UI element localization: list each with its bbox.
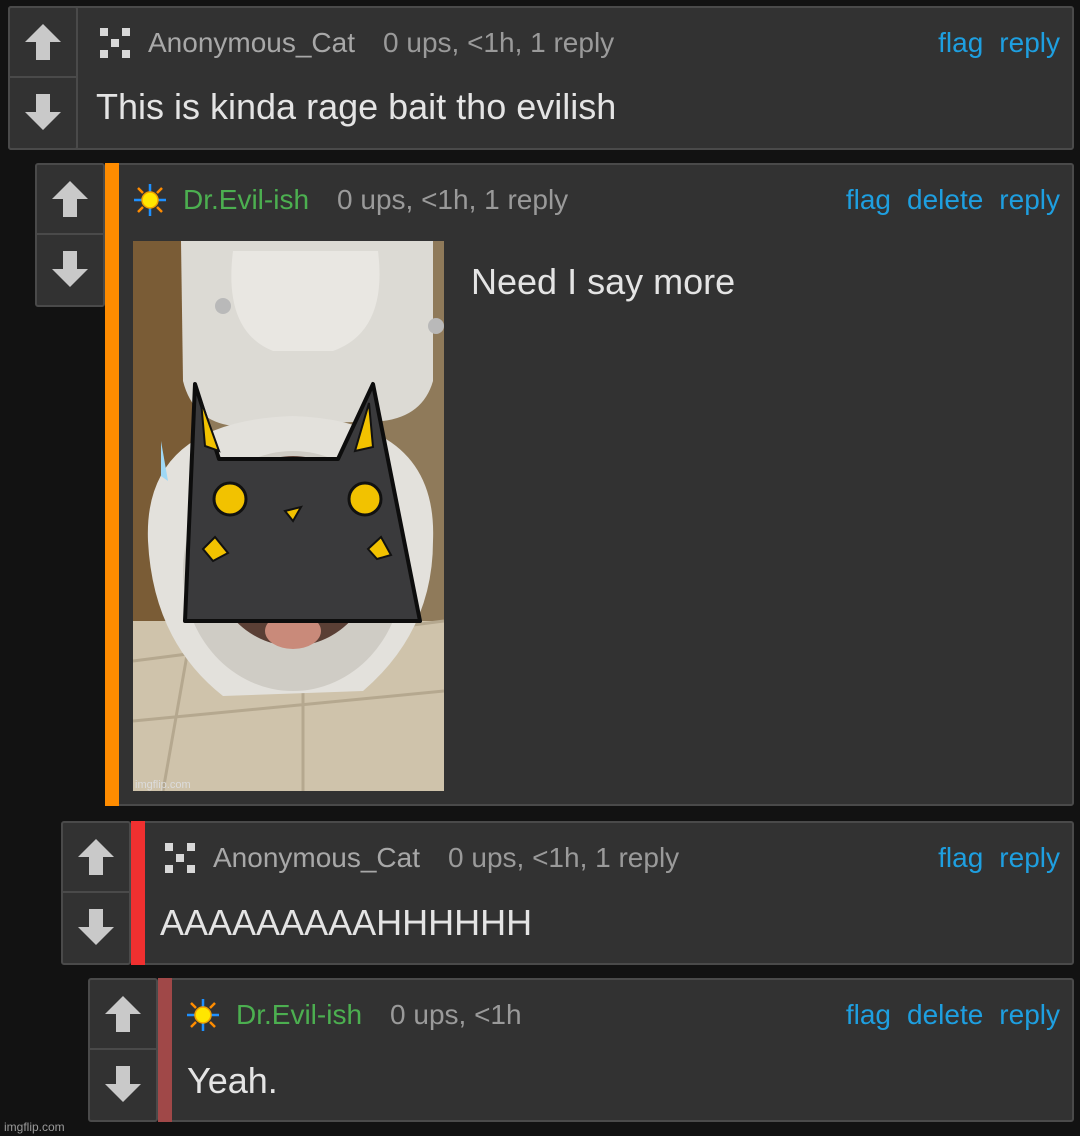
sun-avatar-icon[interactable] [186, 998, 220, 1032]
username-link[interactable]: Anonymous_Cat [148, 27, 355, 59]
downvote-button[interactable] [37, 233, 103, 303]
vote-column [88, 978, 158, 1122]
comment-3: Anonymous_Cat 0 ups, <1h, 1 reply flag r… [61, 821, 1074, 965]
upvote-button[interactable] [10, 8, 76, 76]
arrow-up-icon [52, 181, 88, 217]
flag-link[interactable]: flag [938, 27, 983, 59]
delete-link[interactable]: delete [907, 999, 983, 1031]
comment-actions: flag reply [922, 838, 1060, 878]
comment-meta: 0 ups, <1h, 1 reply [337, 184, 569, 215]
meme-image[interactable]: imgflip.com [133, 241, 444, 791]
pixel-avatar-icon[interactable] [163, 841, 197, 875]
thread-indicator-bar [105, 163, 119, 806]
downvote-button[interactable] [10, 76, 76, 146]
arrow-down-icon [105, 1066, 141, 1102]
arrow-down-icon [52, 251, 88, 287]
comment-meta: 0 ups, <1h, 1 reply [448, 842, 680, 873]
arrow-down-icon [25, 94, 61, 130]
image-watermark: imgflip.com [135, 779, 191, 791]
footer-watermark: imgflip.com [4, 1120, 65, 1134]
comment-header: Dr.Evil-ish 0 ups, <1h, 1 reply [133, 180, 568, 220]
toilet-cat-meme-image [133, 241, 444, 791]
delete-link[interactable]: delete [907, 184, 983, 216]
comment-text: This is kinda rage bait tho evilish [96, 86, 617, 127]
vote-column [35, 163, 105, 307]
comment-4: Dr.Evil-ish 0 ups, <1h flag delete reply… [88, 978, 1074, 1122]
flag-link[interactable]: flag [938, 842, 983, 874]
reply-link[interactable]: reply [999, 999, 1060, 1031]
reply-link[interactable]: reply [999, 27, 1060, 59]
downvote-button[interactable] [90, 1048, 156, 1118]
flag-link[interactable]: flag [846, 999, 891, 1031]
vote-column [8, 6, 78, 150]
vote-column [61, 821, 131, 965]
reply-link[interactable]: reply [999, 184, 1060, 216]
downvote-button[interactable] [63, 891, 129, 961]
upvote-button[interactable] [63, 823, 129, 891]
comment-actions: flag reply [922, 23, 1060, 63]
comment-header: Anonymous_Cat 0 ups, <1h, 1 reply [98, 23, 614, 63]
comment-header: Anonymous_Cat 0 ups, <1h, 1 reply [163, 838, 679, 878]
thread-indicator-bar [131, 821, 145, 965]
comment-1: Anonymous_Cat 0 ups, <1h, 1 reply flag r… [8, 6, 1074, 150]
username-link[interactable]: Dr.Evil-ish [183, 184, 309, 216]
comment-text: Yeah. [187, 1060, 278, 1101]
username-link[interactable]: Dr.Evil-ish [236, 999, 362, 1031]
comment-text: AAAAAAAAAHHHHHH [160, 902, 533, 943]
comment-text: Need I say more [471, 261, 736, 302]
arrow-up-icon [25, 24, 61, 60]
comment-actions: flag delete reply [830, 995, 1060, 1035]
sun-avatar-icon[interactable] [133, 183, 167, 217]
username-link[interactable]: Anonymous_Cat [213, 842, 420, 874]
arrow-up-icon [105, 996, 141, 1032]
upvote-button[interactable] [90, 980, 156, 1048]
upvote-button[interactable] [37, 165, 103, 233]
comment-header: Dr.Evil-ish 0 ups, <1h [186, 995, 522, 1035]
comment-2: Dr.Evil-ish 0 ups, <1h, 1 reply flag del… [35, 163, 1074, 806]
comment-actions: flag delete reply [830, 180, 1060, 220]
arrow-down-icon [78, 909, 114, 945]
arrow-up-icon [78, 839, 114, 875]
pixel-avatar-icon[interactable] [98, 26, 132, 60]
comment-meta: 0 ups, <1h [390, 999, 522, 1030]
comment-meta: 0 ups, <1h, 1 reply [383, 27, 615, 58]
reply-link[interactable]: reply [999, 842, 1060, 874]
thread-indicator-bar [158, 978, 172, 1122]
flag-link[interactable]: flag [846, 184, 891, 216]
